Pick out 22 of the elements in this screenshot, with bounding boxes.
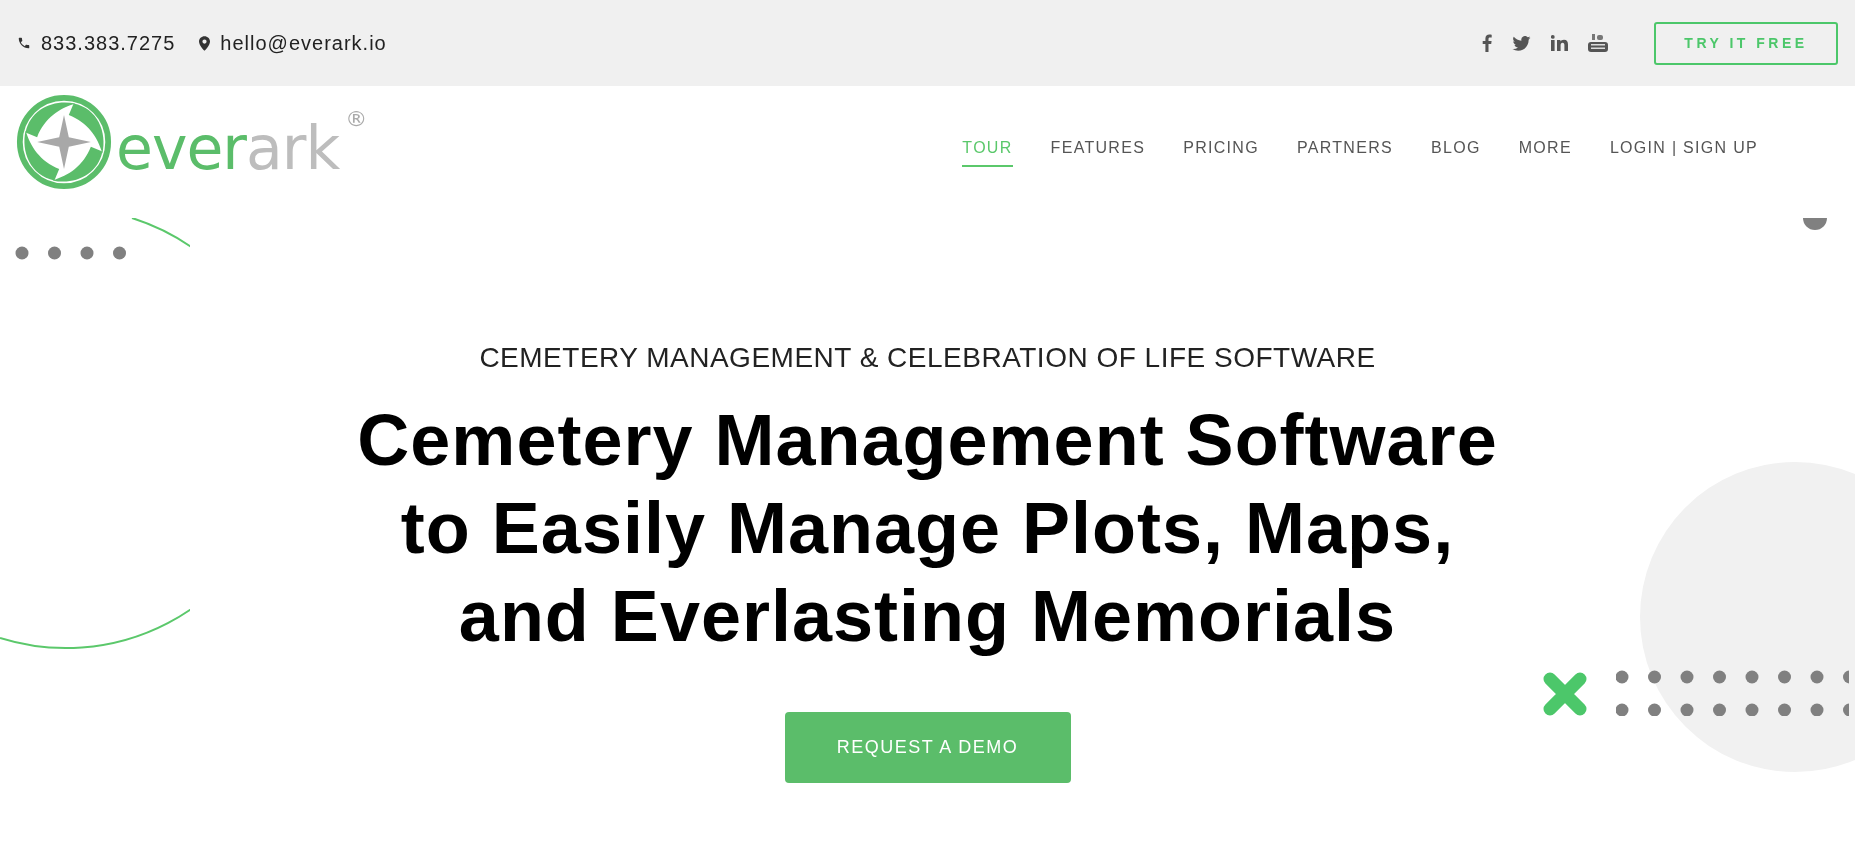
nav-link[interactable]: LOGIN | SIGN UP [1609,139,1758,167]
facebook-icon[interactable] [1482,34,1492,52]
logo-wordmark: everark [116,118,340,178]
nav-link[interactable]: PARTNERS [1296,139,1393,167]
registered-mark: ® [345,106,368,131]
linkedin-icon[interactable] [1551,35,1568,51]
video-logo-icon[interactable] [1588,34,1608,52]
location-pin-icon [199,35,211,51]
nav-link[interactable]: BLOG [1431,139,1481,167]
tagline: CEMETERY MANAGEMENT & CELEBRATION OF LIFE SOFTWARE [479,342,1376,374]
headline-line: and Everlasting Memorials [458,575,1397,658]
headline-line: Cemetery Management Software [357,399,1498,482]
half-dot-decoration [1803,218,1827,232]
phone-number[interactable]: 833.383.7275 [41,31,176,55]
nav-link[interactable]: FEATURES [1050,139,1146,167]
twitter-bird-icon[interactable] [1512,35,1531,51]
cross-icon [1542,671,1588,717]
email-address[interactable]: hello@everark.io [220,31,387,55]
nav-link[interactable]: PRICING [1183,139,1259,167]
nav-link[interactable]: MORE [1518,139,1572,167]
headline-line: to Easily Manage Plots, Maps, [400,487,1455,570]
phone-icon [17,36,31,50]
